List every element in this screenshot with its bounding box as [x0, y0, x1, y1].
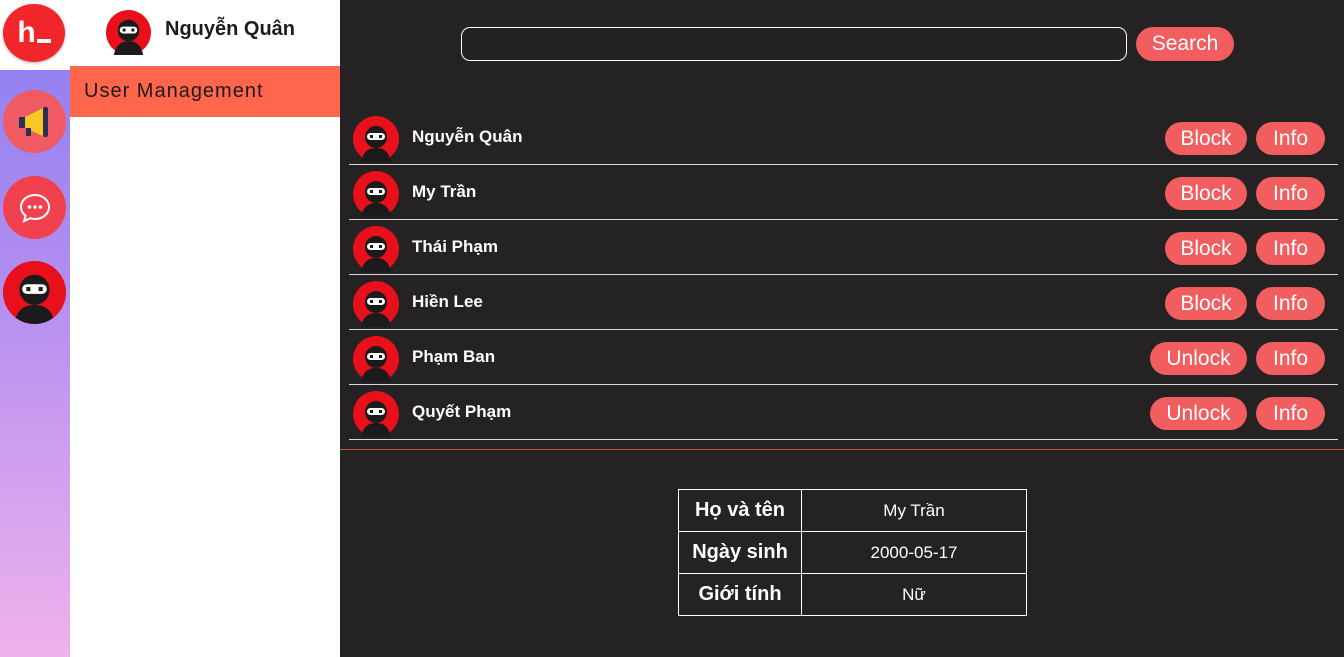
chat-bubble-icon	[19, 193, 50, 223]
info-button[interactable]: Info	[1256, 232, 1325, 265]
search-button[interactable]: Search	[1136, 27, 1234, 61]
block-button[interactable]: Block	[1165, 287, 1247, 320]
list-item: Hiền Lee Block Info	[349, 275, 1338, 330]
block-button[interactable]: Block	[1165, 232, 1247, 265]
detail-value: 2000-05-17	[801, 531, 1027, 574]
info-button[interactable]: Info	[1256, 287, 1325, 320]
detail-key: Ngày sinh	[678, 531, 802, 574]
icon-rail: h	[0, 0, 70, 657]
table-row: Giới tính Nữ	[678, 573, 1027, 616]
user-avatar	[353, 116, 399, 162]
unlock-button[interactable]: Unlock	[1150, 397, 1247, 430]
list-item: Quyết Phạm Unlock Info	[349, 385, 1338, 440]
user-avatar	[353, 281, 399, 327]
logo-text: h	[17, 16, 35, 49]
list-item: My Trần Block Info	[349, 165, 1338, 220]
sidebar-panel: Nguyễn Quân User Management	[70, 0, 340, 657]
list-item: Phạm Ban Unlock Info	[349, 330, 1338, 385]
user-avatar	[353, 336, 399, 382]
info-button[interactable]: Info	[1256, 177, 1325, 210]
user-list: Nguyễn Quân Block Info My Trần Block Inf…	[349, 110, 1338, 440]
megaphone-icon	[18, 106, 48, 137]
detail-value: My Trần	[801, 489, 1027, 532]
detail-key: Họ và tên	[678, 489, 802, 532]
list-item: Nguyễn Quân Block Info	[349, 110, 1338, 165]
current-user-avatar	[106, 10, 151, 55]
logo-area: h	[0, 0, 70, 70]
section-divider	[340, 449, 1344, 450]
detail-value: Nữ	[801, 573, 1027, 616]
user-name: Nguyễn Quân	[412, 127, 523, 146]
user-detail-table: Họ và tên My Trần Ngày sinh 2000-05-17 G…	[678, 489, 1027, 616]
table-row: Họ và tên My Trần	[678, 489, 1027, 532]
current-user-header: Nguyễn Quân	[70, 0, 340, 66]
ninja-avatar-icon	[3, 261, 66, 324]
user-avatar	[353, 226, 399, 272]
app-logo[interactable]: h	[3, 4, 65, 62]
user-name: My Trần	[412, 182, 477, 201]
block-button[interactable]: Block	[1165, 122, 1247, 155]
info-button[interactable]: Info	[1256, 397, 1325, 430]
list-item: Thái Phạm Block Info	[349, 220, 1338, 275]
messages-button[interactable]	[3, 176, 66, 239]
user-name: Phạm Ban	[412, 347, 496, 366]
user-name: Quyết Phạm	[412, 402, 512, 421]
table-row: Ngày sinh 2000-05-17	[678, 531, 1027, 574]
block-button[interactable]: Block	[1165, 177, 1247, 210]
info-button[interactable]: Info	[1256, 122, 1325, 155]
current-user-name: Nguyễn Quân	[165, 18, 296, 40]
user-name: Thái Phạm	[412, 237, 498, 256]
sidebar-item-user-management[interactable]: User Management	[70, 66, 340, 117]
user-name: Hiền Lee	[412, 292, 483, 311]
user-avatar	[353, 391, 399, 437]
detail-key: Giới tính	[678, 573, 802, 616]
unlock-button[interactable]: Unlock	[1150, 342, 1247, 375]
user-avatar	[353, 171, 399, 217]
info-button[interactable]: Info	[1256, 342, 1325, 375]
profile-avatar-button[interactable]	[3, 261, 66, 324]
announcements-button[interactable]	[3, 90, 66, 153]
search-input[interactable]	[461, 27, 1127, 61]
logo-underscore	[36, 39, 51, 43]
